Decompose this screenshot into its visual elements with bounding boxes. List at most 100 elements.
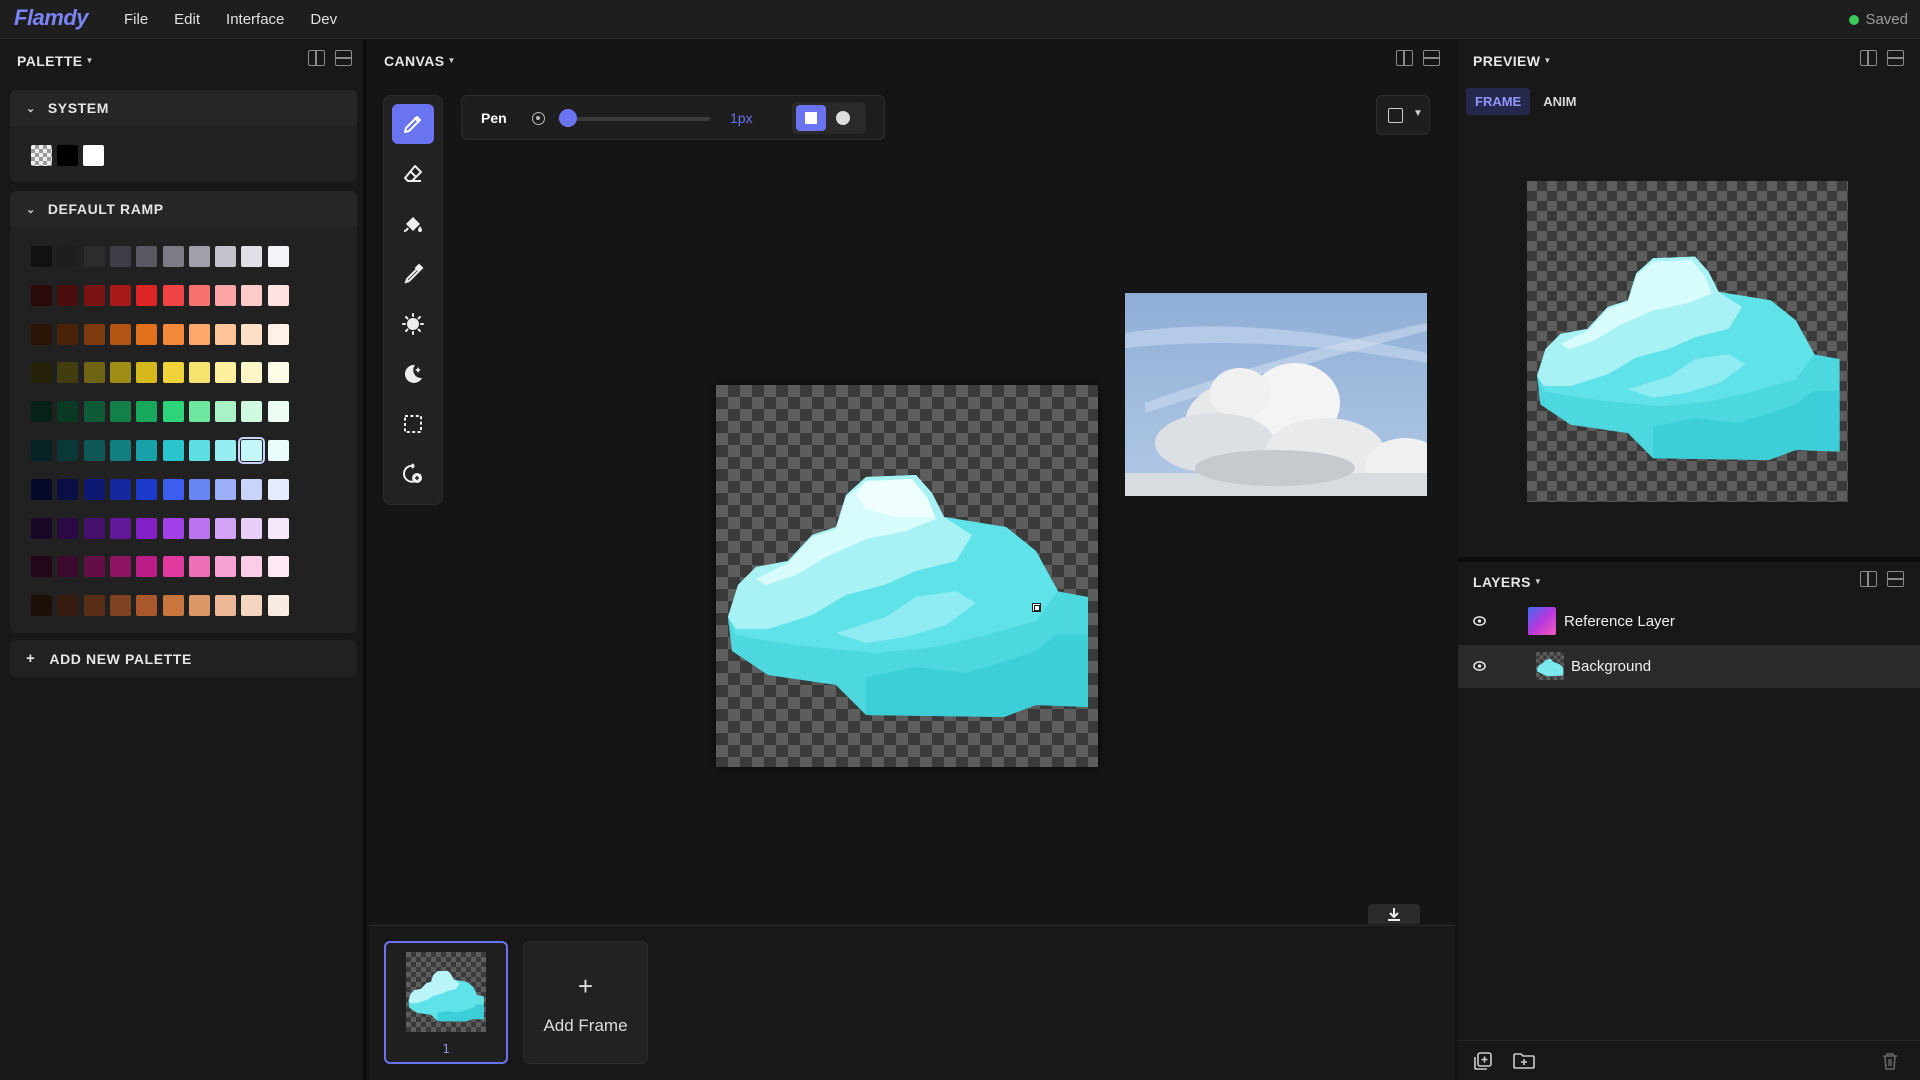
color-swatch[interactable]	[267, 556, 289, 578]
delete-layer-icon[interactable]	[1881, 1051, 1899, 1071]
color-swatch[interactable]	[215, 556, 237, 578]
color-swatch[interactable]	[162, 246, 184, 267]
color-swatch[interactable]	[83, 323, 105, 345]
color-swatch[interactable]	[57, 323, 79, 345]
pencil-tool[interactable]	[392, 104, 434, 144]
add-palette-button[interactable]: + ADD NEW PALETTE	[10, 640, 357, 677]
palette-panel-header[interactable]: PALETTE ▼	[17, 40, 94, 81]
frame-card[interactable]: 1	[384, 941, 508, 1064]
pixel-canvas[interactable]	[716, 385, 1098, 767]
selection-tool[interactable]	[392, 404, 434, 444]
color-swatch[interactable]	[83, 556, 105, 578]
color-swatch[interactable]	[241, 517, 263, 539]
color-swatch[interactable]	[31, 478, 52, 500]
color-swatch[interactable]	[136, 478, 158, 500]
menu-interface[interactable]: Interface	[226, 11, 284, 28]
color-swatch[interactable]	[31, 362, 52, 384]
color-swatch[interactable]	[188, 595, 210, 617]
color-swatch[interactable]	[215, 323, 237, 345]
download-button[interactable]	[1368, 904, 1420, 924]
color-swatch[interactable]	[31, 401, 52, 423]
color-swatch[interactable]	[241, 595, 263, 617]
color-swatch[interactable]	[136, 517, 158, 539]
menu-dev[interactable]: Dev	[310, 11, 337, 28]
split-vertical-icon[interactable]	[308, 50, 325, 66]
color-swatch[interactable]	[188, 401, 210, 423]
color-swatch[interactable]	[83, 246, 105, 267]
tab-anim[interactable]: ANIM	[1534, 88, 1585, 115]
color-swatch[interactable]	[31, 595, 52, 617]
brush-size-slider[interactable]	[558, 117, 710, 121]
color-swatch[interactable]	[83, 145, 104, 166]
color-swatch[interactable]	[267, 362, 289, 384]
color-swatch[interactable]	[188, 556, 210, 578]
color-swatch[interactable]	[136, 323, 158, 345]
color-swatch[interactable]	[109, 595, 131, 617]
color-swatch[interactable]	[241, 284, 263, 306]
add-layer-icon[interactable]	[1473, 1051, 1493, 1071]
color-swatch[interactable]	[162, 401, 184, 423]
color-swatch[interactable]	[267, 517, 289, 539]
color-swatch[interactable]	[215, 440, 237, 461]
color-swatch[interactable]	[215, 246, 237, 267]
split-horizontal-icon[interactable]	[1423, 50, 1440, 66]
color-swatch[interactable]	[57, 145, 78, 166]
color-swatch[interactable]	[83, 478, 105, 500]
color-swatch[interactable]	[83, 362, 105, 384]
lighten-tool[interactable]	[392, 304, 434, 344]
color-swatch[interactable]	[188, 246, 210, 267]
menu-edit[interactable]: Edit	[174, 11, 200, 28]
color-swatch[interactable]	[57, 440, 79, 461]
color-swatch[interactable]	[57, 478, 79, 500]
eyedropper-tool[interactable]	[392, 254, 434, 294]
color-swatch[interactable]	[215, 517, 237, 539]
replace-color-tool[interactable]	[392, 454, 434, 494]
color-swatch[interactable]	[31, 323, 52, 345]
color-swatch[interactable]	[188, 323, 210, 345]
color-swatch[interactable]	[267, 246, 289, 267]
color-swatch[interactable]	[215, 284, 237, 306]
color-swatch[interactable]	[241, 478, 263, 500]
color-swatch[interactable]	[188, 362, 210, 384]
square-brush-button[interactable]	[796, 105, 826, 131]
color-swatch[interactable]	[109, 323, 131, 345]
canvas-panel-header[interactable]: CANVAS ▼	[384, 40, 456, 81]
circle-brush-button[interactable]	[836, 111, 850, 125]
color-swatch[interactable]	[188, 440, 210, 461]
layer-row-background[interactable]: Background	[1458, 645, 1920, 688]
color-swatch[interactable]	[109, 284, 131, 306]
color-swatch[interactable]	[136, 246, 158, 267]
color-swatch[interactable]	[109, 556, 131, 578]
color-swatch[interactable]	[109, 246, 131, 267]
color-swatch[interactable]	[31, 145, 52, 166]
color-swatch[interactable]	[267, 440, 289, 461]
color-swatch[interactable]	[57, 401, 79, 423]
reference-image[interactable]	[1125, 293, 1427, 496]
color-swatch[interactable]	[215, 401, 237, 423]
color-swatch[interactable]	[31, 556, 52, 578]
system-palette-header[interactable]: ⌄ SYSTEM	[10, 90, 357, 126]
color-swatch[interactable]	[162, 556, 184, 578]
color-swatch[interactable]	[31, 517, 52, 539]
color-swatch[interactable]	[109, 517, 131, 539]
preview-panel-header[interactable]: PREVIEW ▼	[1473, 40, 1552, 81]
color-swatch[interactable]	[267, 401, 289, 423]
color-swatch[interactable]	[162, 323, 184, 345]
color-swatch[interactable]	[57, 362, 79, 384]
brush-size-slider-handle[interactable]	[559, 109, 577, 127]
canvas-frame-toggle[interactable]: ▼	[1376, 95, 1430, 135]
default-ramp-header[interactable]: ⌄ DEFAULT RAMP	[10, 191, 357, 227]
color-swatch[interactable]	[241, 246, 263, 267]
color-swatch[interactable]	[136, 440, 158, 461]
color-swatch[interactable]	[267, 595, 289, 617]
color-swatch[interactable]	[57, 284, 79, 306]
fill-tool[interactable]	[392, 204, 434, 244]
color-swatch[interactable]	[109, 478, 131, 500]
color-swatch[interactable]	[57, 595, 79, 617]
eraser-tool[interactable]	[392, 154, 434, 194]
color-swatch[interactable]	[31, 440, 52, 461]
split-horizontal-icon[interactable]	[335, 50, 352, 66]
color-swatch[interactable]	[83, 517, 105, 539]
color-swatch[interactable]	[83, 284, 105, 306]
color-swatch[interactable]	[31, 246, 52, 267]
